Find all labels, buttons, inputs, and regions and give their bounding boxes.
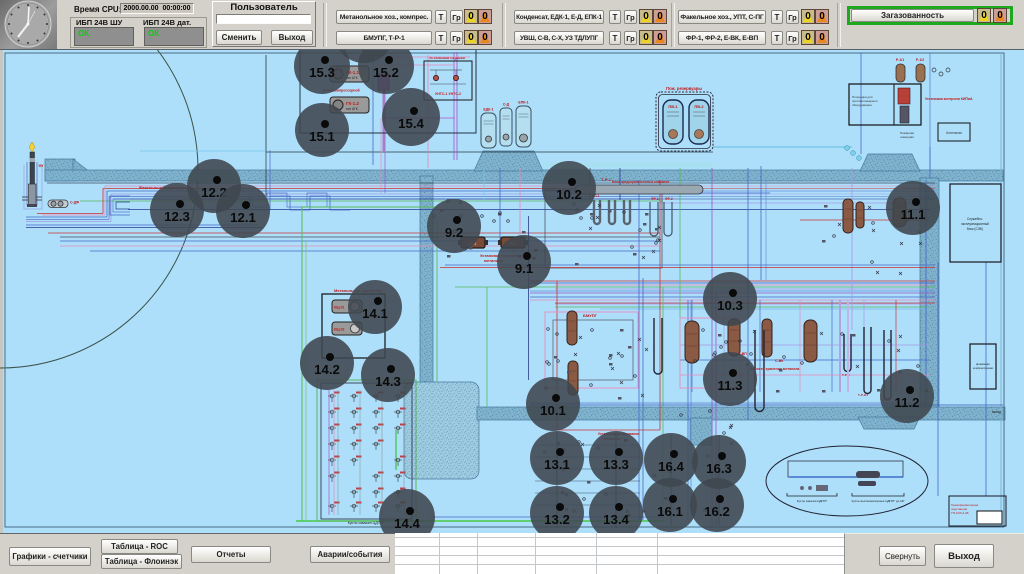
svg-text:ЕПК-1: ЕПК-1 xyxy=(518,101,528,105)
svg-text:9.2: 9.2 xyxy=(445,225,463,240)
svg-text:компрессорная: компрессорная xyxy=(973,366,993,370)
svg-text:Установка контроля КИПиА: Установка контроля КИПиА xyxy=(925,97,973,101)
svg-text:15.1: 15.1 xyxy=(309,129,335,144)
svg-text:БМУПГ: БМУПГ xyxy=(583,313,598,318)
svg-text:16.4: 16.4 xyxy=(658,459,684,474)
svg-text:ГК-1.2: ГК-1.2 xyxy=(346,101,360,106)
svg-text:Котельная: Котельная xyxy=(946,131,962,135)
svg-text:13.2: 13.2 xyxy=(544,512,570,527)
svg-text:Установка осушки: Установка осушки xyxy=(429,55,465,60)
svg-text:ТП-10/0,4 кВ: ТП-10/0,4 кВ xyxy=(951,511,968,515)
svg-text:ЕДК-1: ЕДК-1 xyxy=(483,108,493,112)
svg-text:11.3: 11.3 xyxy=(718,378,743,393)
svg-text:КЩ-01: КЩ-01 xyxy=(334,306,345,310)
svg-text:15.2: 15.2 xyxy=(373,65,399,80)
svg-text:С-ДФ: С-ДФ xyxy=(70,201,79,205)
svg-text:Т-Р-1: Т-Р-1 xyxy=(601,177,612,182)
svg-text:КЩ-02: КЩ-02 xyxy=(334,328,345,332)
svg-text:10.3: 10.3 xyxy=(717,298,743,313)
svg-text:ФР-2: ФР-2 xyxy=(665,197,673,201)
svg-text:С-ВК: С-ВК xyxy=(775,359,784,363)
svg-text:Емкости хранения метанола: Емкости хранения метанола xyxy=(750,367,799,371)
svg-text:14.1: 14.1 xyxy=(362,306,388,321)
svg-text:Пож. резервуары: Пож. резервуары xyxy=(666,86,702,91)
svg-text:13.4: 13.4 xyxy=(603,512,629,527)
svg-text:номерная: номерная xyxy=(900,135,914,139)
svg-text:14.3: 14.3 xyxy=(375,374,401,389)
svg-text:15.3: 15.3 xyxy=(309,65,335,80)
svg-text:16.1: 16.1 xyxy=(657,504,683,519)
svg-text:14.4: 14.4 xyxy=(394,516,420,531)
svg-text:ФР-1: ФР-1 xyxy=(651,197,659,201)
svg-text:Р-1/1: Р-1/1 xyxy=(896,58,904,62)
svg-text:11.1: 11.1 xyxy=(901,207,926,222)
svg-text:блок (СЭБ): блок (СЭБ) xyxy=(967,227,983,231)
svg-text:выезд: выезд xyxy=(992,410,1001,414)
svg-text:9.1: 9.1 xyxy=(515,261,533,276)
svg-text:Кусты скважин ЦДПУГ: Кусты скважин ЦДПУГ xyxy=(348,521,385,525)
svg-text:тип АГК: тип АГК xyxy=(346,107,358,111)
svg-text:16.2: 16.2 xyxy=(704,504,730,519)
svg-text:Кусты закачки ЦДПУГ: Кусты закачки ЦДПУГ xyxy=(797,499,828,503)
svg-text:12.1: 12.1 xyxy=(230,210,256,225)
svg-text:14.2: 14.2 xyxy=(314,362,340,377)
svg-text:15.4: 15.4 xyxy=(398,116,424,131)
svg-text:Кусты высоконапорные ЦДПУГ до: Кусты высоконапорные ЦДПУГ до НР xyxy=(852,499,905,503)
svg-text:10.1: 10.1 xyxy=(540,403,566,418)
svg-text:13.3: 13.3 xyxy=(603,457,629,472)
svg-text:ФУ: ФУ xyxy=(39,164,45,168)
svg-text:Т-Р-2/1: Т-Р-2/1 xyxy=(858,393,868,397)
svg-text:10.2: 10.2 xyxy=(556,187,582,202)
svg-text:УНТС-1 УНТС-2: УНТС-1 УНТС-2 xyxy=(435,92,461,96)
svg-text:Р-1/2: Р-1/2 xyxy=(916,58,924,62)
svg-text:16.3: 16.3 xyxy=(706,461,732,476)
svg-text:Блок предохранительных клапано: Блок предохранительных клапанов xyxy=(612,180,669,184)
svg-text:Служебно-: Служебно- xyxy=(967,217,983,221)
svg-text:12.3: 12.3 xyxy=(164,209,190,224)
svg-text:ПВ-2: ПВ-2 xyxy=(694,104,704,109)
svg-text:11.2: 11.2 xyxy=(895,395,920,410)
svg-text:ПВ-1: ПВ-1 xyxy=(668,104,678,109)
svg-text:эксплуатационный: эксплуатационный xyxy=(961,222,989,226)
svg-text:13.1: 13.1 xyxy=(544,457,570,472)
svg-text:оборудования: оборудования xyxy=(852,103,872,107)
svg-text:С-Д: С-Д xyxy=(503,103,510,107)
